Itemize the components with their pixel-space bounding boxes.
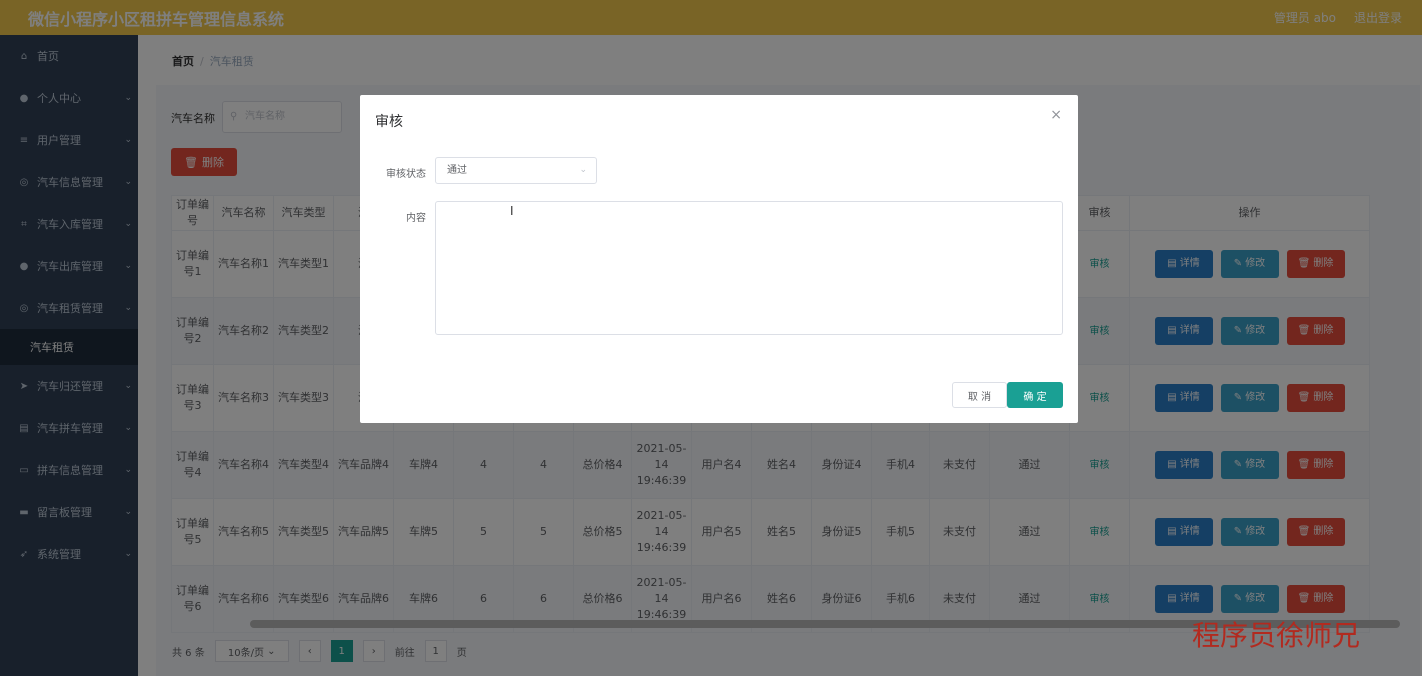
watermark: 程序员徐师兄	[1192, 619, 1361, 652]
chevron-down-icon: ⌄	[579, 165, 587, 175]
cancel-button[interactable]: 取 消	[952, 382, 1007, 408]
status-label: 审核状态	[386, 169, 426, 180]
content-label: 内容	[406, 213, 426, 224]
confirm-button[interactable]: 确 定	[1007, 382, 1063, 408]
close-icon[interactable]: ×	[1050, 107, 1062, 123]
status-select-value: 通过	[447, 165, 467, 176]
audit-dialog: 审核 × 审核状态 通过 ⌄ 内容 I 取 消 确 定	[360, 95, 1078, 423]
text-cursor-icon: I	[510, 204, 514, 218]
dialog-title: 审核	[375, 114, 403, 130]
content-textarea[interactable]: I	[435, 201, 1063, 335]
status-select[interactable]: 通过 ⌄	[435, 157, 597, 184]
